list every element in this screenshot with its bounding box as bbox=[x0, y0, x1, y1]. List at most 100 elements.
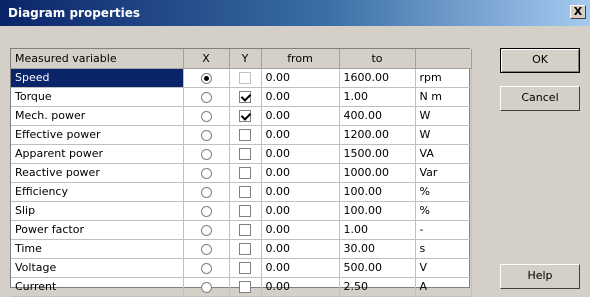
to-value-cell[interactable]: 2.50 bbox=[339, 277, 416, 297]
y-axis-cell bbox=[229, 163, 262, 183]
variable-name-cell[interactable]: Power factor bbox=[11, 220, 184, 240]
variable-name-cell[interactable]: Speed bbox=[11, 68, 184, 88]
column-header-to[interactable]: to bbox=[339, 49, 416, 69]
to-value-cell[interactable]: 1600.00 bbox=[339, 68, 416, 88]
variable-name-cell[interactable]: Efficiency bbox=[11, 182, 184, 202]
table-row[interactable]: Torque 0.00 1.00 N m bbox=[11, 87, 472, 107]
y-axis-checkbox[interactable] bbox=[239, 129, 251, 141]
x-axis-cell bbox=[183, 277, 230, 297]
unit-cell: Var bbox=[415, 163, 472, 183]
table-row[interactable]: Power factor 0.00 1.00- bbox=[11, 220, 472, 240]
dialog-title: Diagram properties bbox=[8, 6, 140, 20]
from-value-cell[interactable]: 0.00 bbox=[261, 87, 340, 107]
variable-name-cell[interactable]: Voltage bbox=[11, 258, 184, 278]
x-axis-radio[interactable] bbox=[200, 224, 212, 236]
header-row: Measured variable X Y from to bbox=[11, 49, 472, 69]
x-axis-radio[interactable] bbox=[200, 243, 212, 255]
x-axis-radio[interactable] bbox=[200, 110, 212, 122]
variable-name-cell[interactable]: Mech. power bbox=[11, 106, 184, 126]
to-value-cell[interactable]: 1200.00 bbox=[339, 125, 416, 145]
from-value-cell[interactable]: 0.00 bbox=[261, 144, 340, 164]
y-axis-checkbox[interactable] bbox=[239, 148, 251, 160]
table-row[interactable]: Slip 0.00 100.00% bbox=[11, 201, 472, 221]
from-value-cell[interactable]: 0.00 bbox=[261, 125, 340, 145]
y-axis-cell bbox=[229, 277, 262, 297]
title-bar[interactable]: Diagram properties X bbox=[0, 0, 590, 26]
x-axis-cell bbox=[183, 125, 230, 145]
from-value-cell[interactable]: 0.00 bbox=[261, 220, 340, 240]
x-axis-radio[interactable] bbox=[200, 91, 212, 103]
x-axis-radio[interactable] bbox=[200, 72, 212, 84]
to-value-cell[interactable]: 500.00 bbox=[339, 258, 416, 278]
variable-name-cell[interactable]: Reactive power bbox=[11, 163, 184, 183]
y-axis-checkbox[interactable] bbox=[239, 167, 251, 179]
table-row[interactable]: Mech. power 0.00 400.00 W bbox=[11, 106, 472, 126]
ok-button[interactable]: OK bbox=[500, 48, 580, 73]
y-axis-checkbox[interactable] bbox=[239, 243, 251, 255]
from-value-cell[interactable]: 0.00 bbox=[261, 182, 340, 202]
y-axis-checkbox[interactable] bbox=[239, 91, 251, 103]
from-value-cell[interactable]: 0.00 bbox=[261, 239, 340, 259]
x-axis-radio[interactable] bbox=[200, 262, 212, 274]
to-value-cell[interactable]: 1.00 bbox=[339, 87, 416, 107]
x-axis-radio[interactable] bbox=[200, 205, 212, 217]
table-row[interactable]: Effective power 0.00 1200.00 W bbox=[11, 125, 472, 145]
x-axis-radio[interactable] bbox=[200, 129, 212, 141]
x-axis-radio[interactable] bbox=[200, 167, 212, 179]
table-row[interactable]: Apparent power 0.00 1500.00 VA bbox=[11, 144, 472, 164]
y-axis-checkbox[interactable] bbox=[239, 186, 251, 198]
unit-cell: % bbox=[415, 201, 472, 221]
close-button[interactable]: X bbox=[570, 5, 586, 19]
y-axis-cell bbox=[229, 125, 262, 145]
table-row[interactable]: Efficiency 0.00 100.00% bbox=[11, 182, 472, 202]
x-axis-cell bbox=[183, 258, 230, 278]
column-header-y[interactable]: Y bbox=[229, 49, 262, 69]
from-value-cell[interactable]: 0.00 bbox=[261, 68, 340, 88]
to-value-cell[interactable]: 100.00 bbox=[339, 201, 416, 221]
variable-name-cell[interactable]: Time bbox=[11, 239, 184, 259]
unit-cell: s bbox=[415, 239, 472, 259]
from-value-cell[interactable]: 0.00 bbox=[261, 258, 340, 278]
table-row[interactable]: Current 0.00 2.50 A bbox=[11, 277, 472, 297]
x-axis-radio[interactable] bbox=[200, 186, 212, 198]
from-value-cell[interactable]: 0.00 bbox=[261, 277, 340, 297]
from-value-cell[interactable]: 0.00 bbox=[261, 163, 340, 183]
y-axis-checkbox[interactable] bbox=[239, 281, 251, 293]
variable-name-cell[interactable]: Current bbox=[11, 277, 184, 297]
unit-cell: A bbox=[415, 277, 472, 297]
unit-cell: W bbox=[415, 125, 472, 145]
variable-name-cell[interactable]: Slip bbox=[11, 201, 184, 221]
variable-name-cell[interactable]: Effective power bbox=[11, 125, 184, 145]
variable-name-cell[interactable]: Torque bbox=[11, 87, 184, 107]
table-row[interactable]: Speed 0.00 1600.00 rpm bbox=[11, 68, 472, 88]
x-axis-radio[interactable] bbox=[200, 148, 212, 160]
y-axis-checkbox[interactable] bbox=[239, 205, 251, 217]
table-row[interactable]: Voltage 0.00 500.00 V bbox=[11, 258, 472, 278]
x-axis-cell bbox=[183, 144, 230, 164]
variables-table: Measured variable X Y from to Speed 0.00 1… bbox=[11, 49, 472, 297]
to-value-cell[interactable]: 30.00 bbox=[339, 239, 416, 259]
column-header-x[interactable]: X bbox=[183, 49, 230, 69]
help-button[interactable]: Help bbox=[500, 264, 580, 289]
unit-cell: VA bbox=[415, 144, 472, 164]
variable-name-cell[interactable]: Apparent power bbox=[11, 144, 184, 164]
column-header-measured-variable[interactable]: Measured variable bbox=[11, 49, 184, 69]
y-axis-checkbox[interactable] bbox=[239, 224, 251, 236]
cancel-button[interactable]: Cancel bbox=[500, 86, 580, 111]
table-row[interactable]: Reactive power 0.00 1000.00 Var bbox=[11, 163, 472, 183]
y-axis-checkbox[interactable] bbox=[239, 262, 251, 274]
to-value-cell[interactable]: 1000.00 bbox=[339, 163, 416, 183]
column-header-unit[interactable] bbox=[415, 49, 472, 69]
x-axis-radio[interactable] bbox=[200, 281, 212, 293]
table-row[interactable]: Time 0.00 30.00 s bbox=[11, 239, 472, 259]
unit-cell: rpm bbox=[415, 68, 472, 88]
to-value-cell[interactable]: 1500.00 bbox=[339, 144, 416, 164]
to-value-cell[interactable]: 400.00 bbox=[339, 106, 416, 126]
from-value-cell[interactable]: 0.00 bbox=[261, 201, 340, 221]
to-value-cell[interactable]: 100.00 bbox=[339, 182, 416, 202]
to-value-cell[interactable]: 1.00 bbox=[339, 220, 416, 240]
y-axis-checkbox[interactable] bbox=[239, 110, 251, 122]
from-value-cell[interactable]: 0.00 bbox=[261, 106, 340, 126]
column-header-from[interactable]: from bbox=[261, 49, 340, 69]
y-axis-cell bbox=[229, 239, 262, 259]
